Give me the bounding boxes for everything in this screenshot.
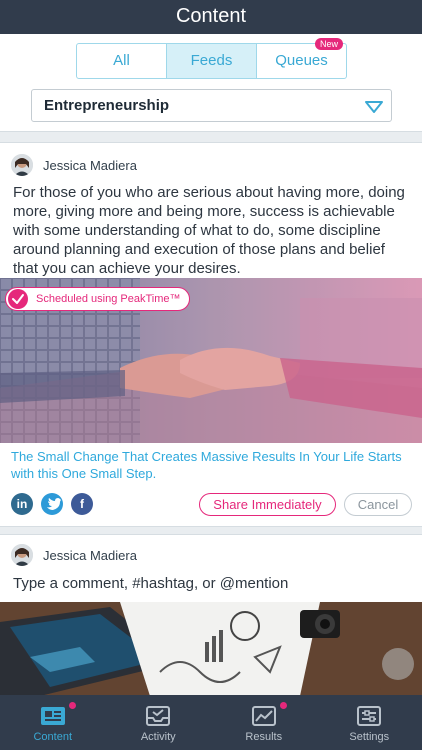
- tab-label: Content: [33, 731, 73, 743]
- topic-dropdown-value: Entrepreneurship: [44, 97, 170, 114]
- segment-queues[interactable]: Queues New: [256, 38, 346, 78]
- bottom-tab-bar: Content Activity Results Settings: [0, 695, 422, 750]
- post-image: [0, 602, 422, 696]
- post-card: Jessica Madiera Type a comment, #hashtag…: [0, 534, 422, 696]
- topic-dropdown[interactable]: Entrepreneurship: [31, 89, 392, 122]
- share-immediately-button[interactable]: Share Immediately: [199, 493, 336, 516]
- tab-activity[interactable]: Activity: [106, 695, 212, 750]
- triangle-down-icon: [365, 101, 383, 113]
- segment-feeds[interactable]: Feeds: [166, 44, 256, 78]
- tab-settings[interactable]: Settings: [317, 695, 422, 750]
- avatar: [11, 544, 33, 566]
- new-badge: New: [314, 38, 343, 50]
- linkedin-icon-glyph: in: [16, 497, 28, 511]
- post-card: Jessica Madiera For those of you who are…: [0, 142, 422, 527]
- post-text: For those of you who are serious about h…: [13, 184, 405, 277]
- notification-dot: [68, 701, 77, 710]
- segmented-control: All Feeds Queues New: [76, 38, 347, 79]
- facebook-icon-glyph: f: [80, 497, 84, 511]
- sliders-icon: [357, 706, 382, 726]
- inbox-icon: [146, 706, 171, 726]
- author-name: Jessica Madiera: [43, 157, 137, 173]
- article-link[interactable]: The Small Change That Creates Massive Re…: [11, 448, 411, 482]
- post-author: Jessica Madiera: [11, 154, 137, 176]
- notification-dot: [279, 701, 288, 710]
- post-image: Scheduled using PeakTime™: [0, 278, 422, 443]
- cancel-button[interactable]: Cancel: [344, 493, 412, 516]
- tab-label: Activity: [140, 731, 176, 743]
- post-author: Jessica Madiera: [11, 544, 137, 566]
- newspaper-icon: [40, 707, 65, 725]
- linkedin-icon[interactable]: in: [11, 493, 33, 515]
- facebook-icon[interactable]: f: [71, 493, 93, 515]
- chart-icon: [251, 706, 276, 726]
- avatar: [11, 154, 33, 176]
- tab-label: Results: [245, 731, 283, 743]
- author-name: Jessica Madiera: [43, 547, 137, 563]
- tab-results[interactable]: Results: [211, 695, 317, 750]
- page-title: Content: [175, 5, 247, 27]
- comment-input[interactable]: Type a comment, #hashtag, or @mention: [13, 575, 288, 592]
- twitter-icon[interactable]: [41, 493, 63, 515]
- segment-queues-label: Queues: [275, 52, 328, 69]
- filter-controls: All Feeds Queues New Entrepreneurship: [0, 34, 422, 132]
- tab-content[interactable]: Content: [0, 695, 106, 750]
- scheduled-badge: Scheduled using PeakTime™: [5, 287, 190, 311]
- tab-label: Settings: [349, 731, 390, 743]
- scheduled-label: Scheduled using PeakTime™: [36, 293, 181, 305]
- segment-all[interactable]: All: [77, 44, 166, 78]
- check-icon: [8, 289, 28, 309]
- screen-header: Content: [0, 0, 422, 34]
